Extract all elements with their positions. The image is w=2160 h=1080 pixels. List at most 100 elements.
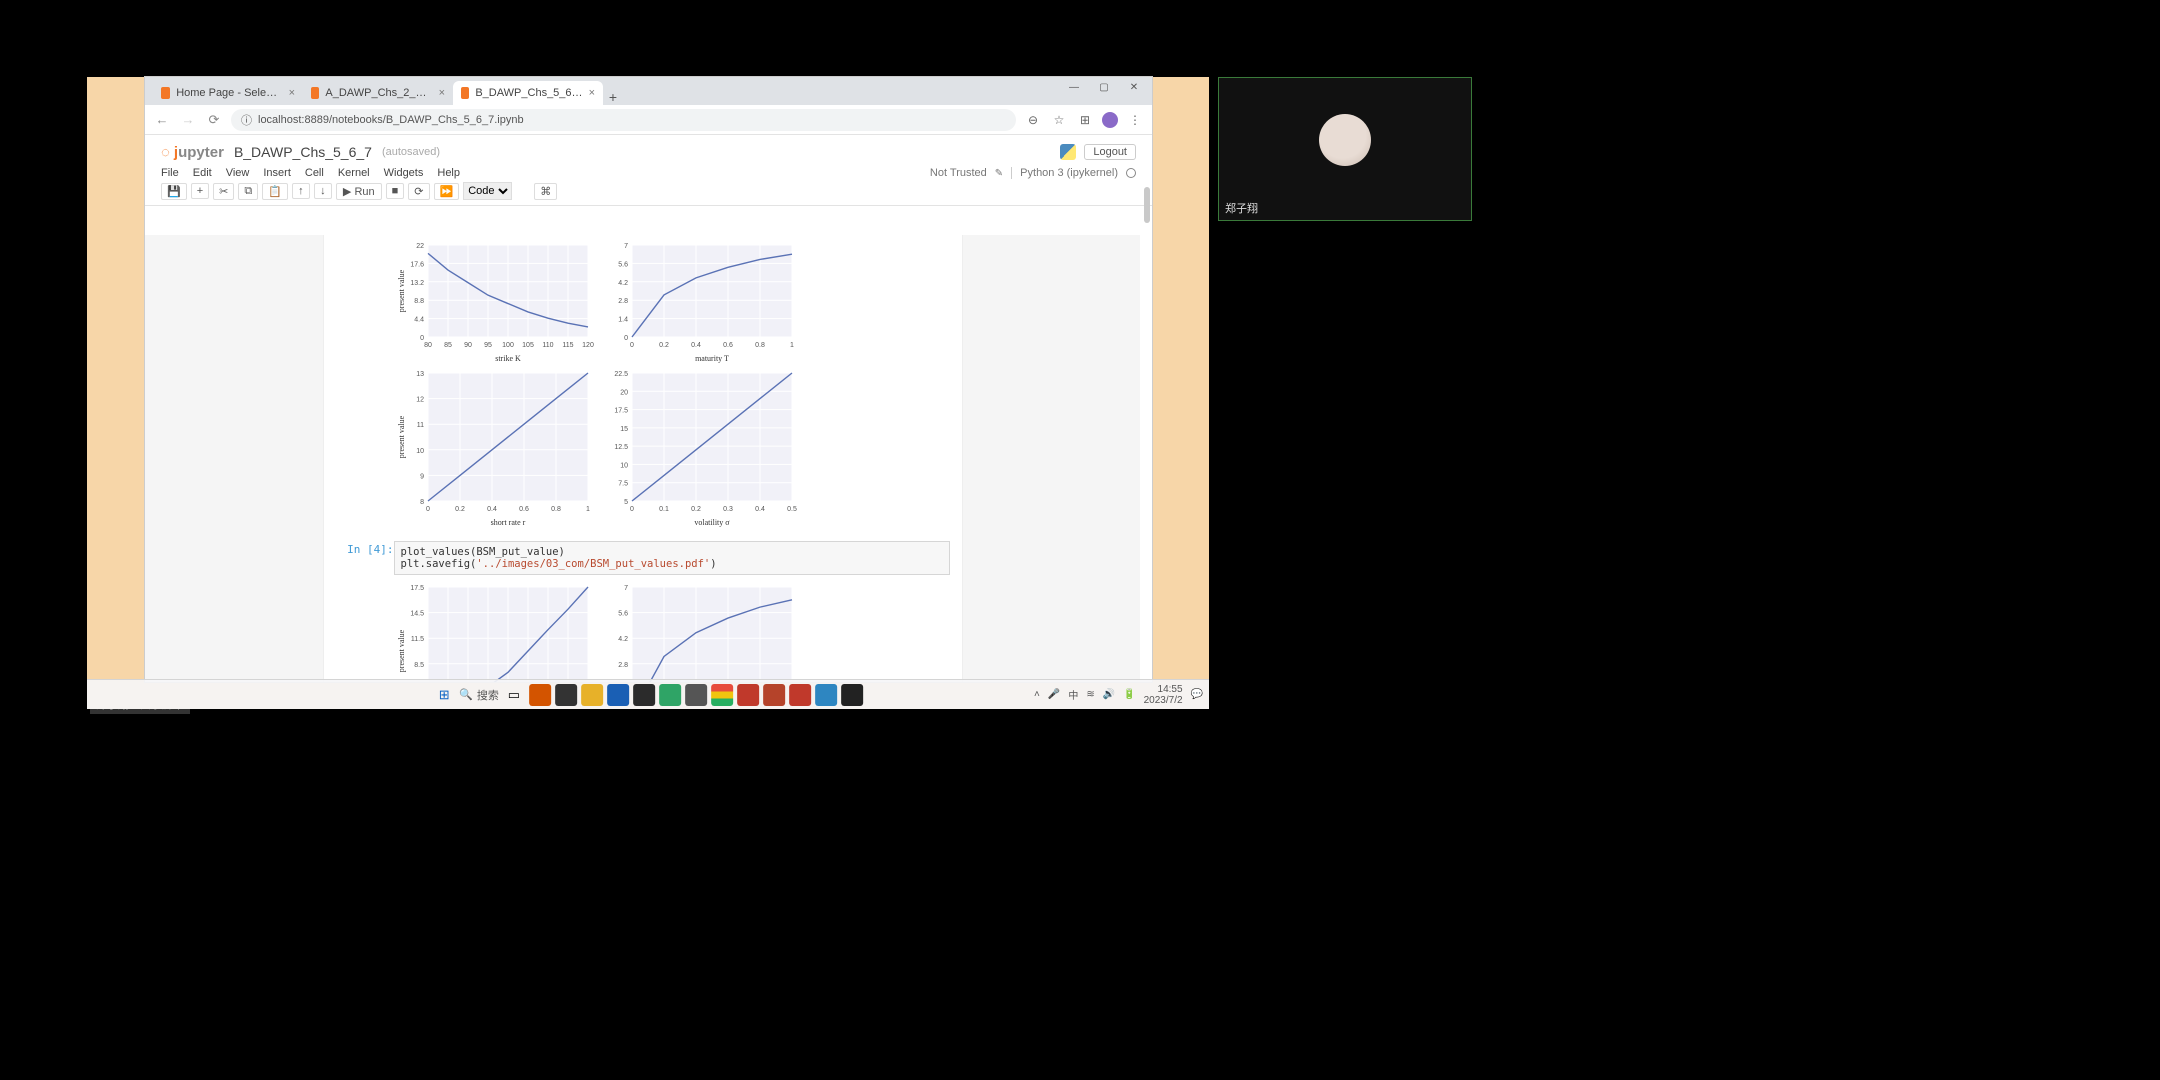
command-palette-button[interactable]: ⌘ (534, 183, 557, 200)
browser-tab-nb-b[interactable]: B_DAWP_Chs_5_6_7 - Jupyter × (453, 81, 603, 105)
chart-call-vs-vol: 00.10.20.30.40.557.51012.51517.52022.5vo… (598, 367, 798, 531)
svg-text:10: 10 (620, 462, 628, 469)
restart-button[interactable]: ⟳ (408, 183, 429, 200)
extensions-icon[interactable]: ⊞ (1076, 113, 1094, 127)
svg-text:4.2: 4.2 (618, 280, 628, 287)
kernel-name[interactable]: Python 3 (ipykernel) (1020, 167, 1118, 179)
site-info-icon[interactable]: ⓘ (241, 112, 252, 128)
clock-date: 2023/7/2 (1144, 695, 1183, 706)
close-icon[interactable]: × (289, 87, 295, 99)
taskbar-app-4[interactable] (633, 684, 655, 706)
menu-insert[interactable]: Insert (263, 167, 291, 179)
svg-text:11.5: 11.5 (410, 636, 423, 643)
svg-text:13: 13 (416, 371, 424, 378)
taskbar-app-7[interactable] (737, 684, 759, 706)
move-down-button[interactable]: ↓ (314, 183, 332, 199)
cut-button[interactable]: ✂ (213, 183, 234, 200)
battery-icon[interactable]: 🔋 (1123, 689, 1135, 700)
browser-menu-icon[interactable]: ⋮ (1126, 113, 1144, 127)
sound-icon[interactable]: 🔊 (1103, 689, 1115, 700)
run-button[interactable]: ▶ Run (336, 183, 382, 200)
svg-text:11: 11 (416, 422, 423, 429)
scrollbar-track[interactable] (1140, 135, 1152, 682)
taskbar-app-1[interactable] (529, 684, 551, 706)
taskbar-chrome[interactable] (711, 684, 733, 706)
svg-text:2.8: 2.8 (618, 662, 628, 669)
taskbar-app-6[interactable] (685, 684, 707, 706)
taskbar-app-5[interactable] (659, 684, 681, 706)
chart-put-vs-strike: 808590951001051101151202.55.58.511.514.5… (394, 581, 594, 682)
nav-forward-icon[interactable]: → (179, 112, 197, 127)
window-maximize-button[interactable]: ▢ (1090, 77, 1118, 97)
task-view-icon[interactable]: ▭ (503, 684, 525, 706)
menu-view[interactable]: View (226, 167, 250, 179)
svg-text:0.6: 0.6 (723, 342, 733, 349)
code-cell[interactable]: plot_values(BSM_put_value) plt.savefig('… (394, 541, 950, 575)
taskbar-clock[interactable]: 14:55 2023/7/2 (1144, 684, 1183, 706)
save-button[interactable]: 💾 (161, 183, 187, 200)
window-minimize-button[interactable]: — (1060, 77, 1088, 97)
paste-button[interactable]: 📋 (262, 183, 288, 200)
taskbar-app-8[interactable] (763, 684, 785, 706)
stop-button[interactable]: ■ (386, 183, 405, 199)
not-trusted-label[interactable]: Not Trusted (930, 167, 987, 179)
browser-tab-home[interactable]: Home Page - Select or creat × (153, 81, 303, 105)
menu-edit[interactable]: Edit (193, 167, 212, 179)
chart-call-vs-strike: 8085909510010511011512004.48.813.217.622… (394, 239, 594, 367)
scrollbar-thumb[interactable] (1144, 187, 1150, 223)
cell-type-select[interactable]: Code (463, 182, 512, 200)
logout-button[interactable]: Logout (1084, 144, 1136, 160)
add-cell-button[interactable]: + (191, 183, 209, 199)
notebook-name[interactable]: B_DAWP_Chs_5_6_7 (234, 144, 372, 160)
kernel-indicator-icon (1126, 168, 1136, 178)
taskbar-app-3[interactable] (607, 684, 629, 706)
start-button[interactable]: ⊞ (433, 684, 455, 706)
notifications-icon[interactable]: 💬 (1191, 689, 1203, 700)
logo-rest: upyter (178, 144, 224, 161)
move-up-button[interactable]: ↑ (292, 183, 310, 199)
overflow-icon[interactable]: ˄ (1034, 689, 1040, 700)
close-icon[interactable]: × (589, 87, 595, 99)
svg-text:90: 90 (464, 342, 472, 349)
menu-help[interactable]: Help (437, 167, 460, 179)
profile-avatar-icon[interactable] (1102, 112, 1118, 128)
nav-reload-icon[interactable]: ⟳ (205, 112, 223, 128)
jupyter-logo[interactable]: ◌ jupyter (161, 144, 224, 161)
menu-kernel[interactable]: Kernel (338, 167, 370, 179)
svg-text:13.2: 13.2 (410, 280, 424, 287)
taskbar-app-9[interactable] (789, 684, 811, 706)
menu-widgets[interactable]: Widgets (384, 167, 424, 179)
new-tab-button[interactable]: + (603, 89, 623, 105)
menu-file[interactable]: File (161, 167, 179, 179)
taskbar-app-10[interactable] (815, 684, 837, 706)
menu-cell[interactable]: Cell (305, 167, 324, 179)
window-close-button[interactable]: ✕ (1120, 77, 1148, 97)
copy-button[interactable]: ⧉ (238, 183, 258, 200)
restart-run-all-button[interactable]: ⏩ (434, 183, 460, 200)
taskbar-terminal[interactable] (841, 684, 863, 706)
ime-icon[interactable]: 中 (1068, 687, 1078, 702)
code-line: ) (710, 558, 716, 570)
svg-text:4.4: 4.4 (414, 317, 424, 324)
nav-back-icon[interactable]: ← (153, 112, 171, 127)
participant-tile: 郑子翔 (1218, 77, 1472, 221)
close-icon[interactable]: × (439, 87, 445, 99)
url-input[interactable]: ⓘ localhost:8889/notebooks/B_DAWP_Chs_5_… (231, 109, 1016, 131)
wifi-icon[interactable]: ≋ (1086, 689, 1094, 700)
browser-tab-nb-a[interactable]: A_DAWP_Chs_2_3 - Jupyter N × (303, 81, 453, 105)
zoom-icon[interactable]: ⊖ (1024, 113, 1042, 127)
taskbar-search[interactable]: 🔍 搜索 (459, 687, 499, 703)
taskbar-app-2[interactable] (555, 684, 577, 706)
taskbar-explorer[interactable] (581, 684, 603, 706)
notebook-scroll-area[interactable]: 8085909510010511011512004.48.813.217.622… (145, 235, 1140, 682)
svg-text:strike K: strike K (495, 354, 521, 363)
svg-text:0.4: 0.4 (691, 342, 701, 349)
edit-trust-icon[interactable]: ✎ (995, 168, 1003, 179)
autosave-status: (autosaved) (382, 146, 440, 158)
bookmark-star-icon[interactable]: ☆ (1050, 113, 1068, 127)
svg-text:85: 85 (444, 342, 452, 349)
remote-desktop: Home Page - Select or creat × A_DAWP_Chs… (87, 77, 1209, 709)
url-text: localhost:8889/notebooks/B_DAWP_Chs_5_6_… (258, 114, 524, 126)
mic-icon[interactable]: 🎤 (1048, 689, 1060, 700)
shared-screen: Home Page - Select or creat × A_DAWP_Chs… (87, 77, 1209, 709)
